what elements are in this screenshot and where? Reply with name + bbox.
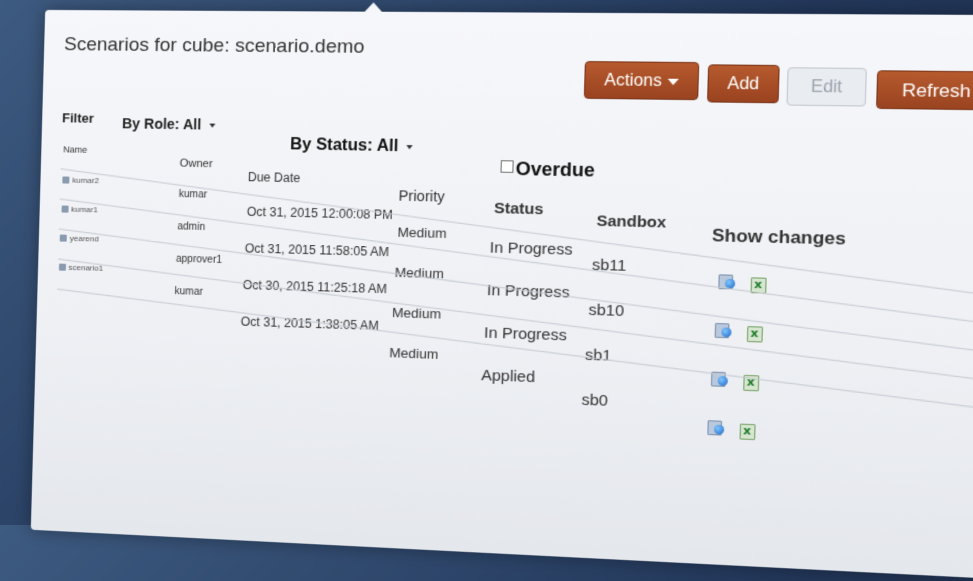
owner-cell: kumar — [178, 188, 208, 201]
excel-icon[interactable] — [746, 326, 764, 343]
sandbox-cell: sb10 — [588, 301, 625, 321]
refresh-button[interactable]: Refresh — [876, 70, 973, 111]
scenario-icon — [62, 176, 70, 184]
scenario-icon — [59, 234, 67, 242]
priority-cell: Medium — [397, 224, 447, 242]
actions-button-label: Actions — [603, 71, 663, 91]
sandbox-globe-icon[interactable] — [714, 322, 733, 339]
priority-cell: Medium — [389, 344, 439, 363]
role-filter-label: By Role: All — [121, 115, 202, 133]
status-cell: In Progress — [489, 239, 573, 259]
scenario-name-text: kumar2 — [72, 175, 100, 186]
excel-icon[interactable] — [739, 423, 756, 441]
row-divider — [57, 288, 973, 410]
role-filter-dropdown[interactable]: By Role: All — [122, 115, 216, 133]
due-date-cell: Oct 31, 2015 1:38:05 AM — [240, 314, 379, 334]
column-header-status[interactable]: Status — [494, 200, 544, 219]
edit-button[interactable]: Edit — [786, 67, 867, 107]
column-header-owner[interactable]: Owner — [180, 158, 213, 171]
due-date-cell: Oct 30, 2015 11:25:18 AM — [242, 277, 388, 297]
scenario-name-cell[interactable]: yearend — [59, 233, 99, 244]
column-header-sandbox[interactable]: Sandbox — [596, 212, 666, 231]
owner-cell: admin — [177, 221, 206, 234]
owner-cell: kumar — [174, 285, 204, 298]
overdue-filter[interactable]: Overdue — [500, 158, 595, 182]
scenario-name-text: yearend — [69, 233, 99, 244]
scenario-icon — [58, 263, 66, 271]
column-header-due-date[interactable]: Due Date — [248, 170, 301, 185]
row-divider — [58, 258, 973, 381]
column-header-show-changes: Show changes — [711, 225, 847, 249]
sandbox-globe-icon[interactable] — [707, 420, 725, 436]
due-date-cell: Oct 31, 2015 12:00:08 PM — [246, 204, 394, 223]
add-button[interactable]: Add — [706, 64, 780, 104]
column-header-priority[interactable]: Priority — [398, 187, 445, 205]
scenario-table-body: kumar2 kumar Oct 31, 2015 12:00:08 PM Mediu… — [45, 10, 973, 441]
overdue-label: Overdue — [515, 158, 596, 181]
overdue-checkbox[interactable] — [500, 160, 514, 173]
scenario-name-text: kumar1 — [70, 204, 98, 215]
dialog-pointer — [363, 2, 383, 13]
owner-cell: approver1 — [175, 253, 223, 267]
sandbox-cell: sb1 — [584, 346, 612, 365]
status-filter-label: By Status: All — [289, 135, 399, 156]
scenarios-dialog: Scenarios for cube: scenario.demo Action… — [30, 2, 973, 581]
column-header-name[interactable]: Name — [63, 144, 87, 154]
scenario-name-cell[interactable]: kumar1 — [60, 204, 98, 215]
actions-button[interactable]: Actions — [583, 61, 700, 101]
status-filter-dropdown[interactable]: By Status: All — [290, 136, 414, 157]
filter-label: Filter — [61, 110, 95, 126]
scenario-name-cell[interactable]: kumar2 — [62, 175, 99, 185]
caret-down-icon — [406, 144, 414, 150]
status-cell: In Progress — [483, 324, 568, 345]
scenario-icon — [60, 205, 69, 213]
caret-down-icon — [667, 78, 679, 85]
sandbox-cell: sb0 — [581, 391, 609, 410]
status-cell: Applied — [480, 366, 536, 387]
dialog-title: Scenarios for cube: scenario.demo — [63, 34, 365, 58]
caret-down-icon — [209, 123, 216, 128]
